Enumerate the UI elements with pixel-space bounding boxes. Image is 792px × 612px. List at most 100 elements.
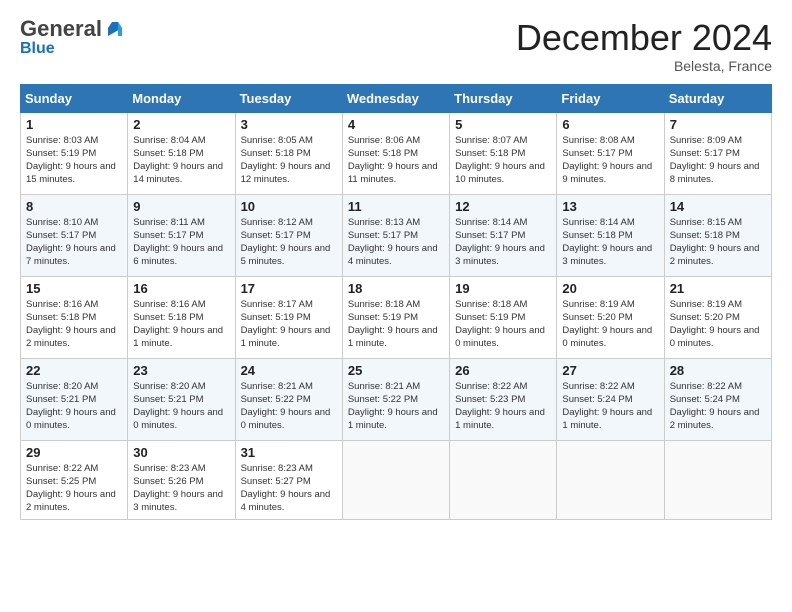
day-info: Sunrise: 8:07 AMSunset: 5:18 PMDaylight:… bbox=[455, 134, 551, 187]
calendar-day-cell: 10 Sunrise: 8:12 AMSunset: 5:17 PMDayligh… bbox=[235, 194, 342, 276]
day-number: 8 bbox=[26, 199, 122, 214]
day-info: Sunrise: 8:22 AMSunset: 5:25 PMDaylight:… bbox=[26, 462, 122, 515]
calendar-day-cell: 14 Sunrise: 8:15 AMSunset: 5:18 PMDayligh… bbox=[664, 194, 771, 276]
day-info: Sunrise: 8:12 AMSunset: 5:17 PMDaylight:… bbox=[241, 216, 337, 269]
calendar-day-cell: 8 Sunrise: 8:10 AMSunset: 5:17 PMDaylight… bbox=[21, 194, 128, 276]
day-info: Sunrise: 8:09 AMSunset: 5:17 PMDaylight:… bbox=[670, 134, 766, 187]
day-number: 17 bbox=[241, 281, 337, 296]
day-info: Sunrise: 8:06 AMSunset: 5:18 PMDaylight:… bbox=[348, 134, 444, 187]
calendar-day-cell bbox=[557, 440, 664, 519]
calendar-week-row: 22 Sunrise: 8:20 AMSunset: 5:21 PMDayligh… bbox=[21, 358, 772, 440]
day-info: Sunrise: 8:23 AMSunset: 5:27 PMDaylight:… bbox=[241, 462, 337, 515]
day-number: 21 bbox=[670, 281, 766, 296]
day-info: Sunrise: 8:22 AMSunset: 5:24 PMDaylight:… bbox=[562, 380, 658, 433]
calendar-day-header: Sunday bbox=[21, 84, 128, 112]
calendar-day-cell: 21 Sunrise: 8:19 AMSunset: 5:20 PMDayligh… bbox=[664, 276, 771, 358]
calendar-day-cell: 22Sunrise: 8:20 AMSunset: 5:21 PMDayligh… bbox=[21, 358, 128, 440]
calendar-day-cell: 7 Sunrise: 8:09 AMSunset: 5:17 PMDaylight… bbox=[664, 112, 771, 194]
page-container: General Blue December 2024 Belesta, Fran… bbox=[0, 0, 792, 530]
calendar-week-row: 29 Sunrise: 8:22 AMSunset: 5:25 PMDayligh… bbox=[21, 440, 772, 519]
day-number: 11 bbox=[348, 199, 444, 214]
day-number: 22 bbox=[26, 363, 122, 378]
calendar-day-cell: 19Sunrise: 8:18 AMSunset: 5:19 PMDayligh… bbox=[450, 276, 557, 358]
day-number: 14 bbox=[670, 199, 766, 214]
calendar-day-cell: 4 Sunrise: 8:06 AMSunset: 5:18 PMDaylight… bbox=[342, 112, 449, 194]
calendar-day-cell: 30 Sunrise: 8:23 AMSunset: 5:26 PMDayligh… bbox=[128, 440, 235, 519]
calendar-day-cell: 17 Sunrise: 8:17 AMSunset: 5:19 PMDayligh… bbox=[235, 276, 342, 358]
calendar-day-cell: 16 Sunrise: 8:16 AMSunset: 5:18 PMDayligh… bbox=[128, 276, 235, 358]
calendar-day-cell: 18 Sunrise: 8:18 AMSunset: 5:19 PMDayligh… bbox=[342, 276, 449, 358]
day-info: Sunrise: 8:21 AMSunset: 5:22 PMDaylight:… bbox=[241, 380, 337, 433]
day-number: 28 bbox=[670, 363, 766, 378]
day-number: 13 bbox=[562, 199, 658, 214]
day-number: 16 bbox=[133, 281, 229, 296]
day-info: Sunrise: 8:20 AMSunset: 5:21 PMDaylight:… bbox=[133, 380, 229, 433]
day-number: 23 bbox=[133, 363, 229, 378]
calendar-day-cell: 12 Sunrise: 8:14 AMSunset: 5:17 PMDayligh… bbox=[450, 194, 557, 276]
day-info: Sunrise: 8:14 AMSunset: 5:18 PMDaylight:… bbox=[562, 216, 658, 269]
calendar-day-cell: 3Sunrise: 8:05 AMSunset: 5:18 PMDaylight… bbox=[235, 112, 342, 194]
logo-blue-text: Blue bbox=[20, 40, 55, 58]
calendar-day-cell: 1 Sunrise: 8:03 AMSunset: 5:19 PMDaylight… bbox=[21, 112, 128, 194]
header: General Blue December 2024 Belesta, Fran… bbox=[20, 18, 772, 74]
day-number: 10 bbox=[241, 199, 337, 214]
calendar-day-header: Monday bbox=[128, 84, 235, 112]
day-number: 7 bbox=[670, 117, 766, 132]
calendar-day-cell: 6 Sunrise: 8:08 AMSunset: 5:17 PMDaylight… bbox=[557, 112, 664, 194]
day-number: 5 bbox=[455, 117, 551, 132]
logo-icon bbox=[104, 18, 126, 40]
day-info: Sunrise: 8:15 AMSunset: 5:18 PMDaylight:… bbox=[670, 216, 766, 269]
day-info: Sunrise: 8:18 AMSunset: 5:19 PMDaylight:… bbox=[455, 298, 551, 351]
day-info: Sunrise: 8:08 AMSunset: 5:17 PMDaylight:… bbox=[562, 134, 658, 187]
day-info: Sunrise: 8:19 AMSunset: 5:20 PMDaylight:… bbox=[670, 298, 766, 351]
calendar-day-header: Friday bbox=[557, 84, 664, 112]
day-number: 30 bbox=[133, 445, 229, 460]
day-number: 2 bbox=[133, 117, 229, 132]
day-number: 18 bbox=[348, 281, 444, 296]
day-number: 26 bbox=[455, 363, 551, 378]
calendar-day-cell: 11 Sunrise: 8:13 AMSunset: 5:17 PMDayligh… bbox=[342, 194, 449, 276]
day-number: 1 bbox=[26, 117, 122, 132]
day-number: 24 bbox=[241, 363, 337, 378]
calendar-day-cell bbox=[450, 440, 557, 519]
day-number: 4 bbox=[348, 117, 444, 132]
logo-general-text: General bbox=[20, 18, 102, 40]
day-info: Sunrise: 8:17 AMSunset: 5:19 PMDaylight:… bbox=[241, 298, 337, 351]
calendar-day-cell: 31Sunrise: 8:23 AMSunset: 5:27 PMDayligh… bbox=[235, 440, 342, 519]
calendar-day-header: Thursday bbox=[450, 84, 557, 112]
day-number: 6 bbox=[562, 117, 658, 132]
day-info: Sunrise: 8:13 AMSunset: 5:17 PMDaylight:… bbox=[348, 216, 444, 269]
day-info: Sunrise: 8:10 AMSunset: 5:17 PMDaylight:… bbox=[26, 216, 122, 269]
day-info: Sunrise: 8:14 AMSunset: 5:17 PMDaylight:… bbox=[455, 216, 551, 269]
calendar-day-header: Saturday bbox=[664, 84, 771, 112]
day-info: Sunrise: 8:05 AMSunset: 5:18 PMDaylight:… bbox=[241, 134, 337, 187]
calendar-day-cell: 2 Sunrise: 8:04 AMSunset: 5:18 PMDaylight… bbox=[128, 112, 235, 194]
day-info: Sunrise: 8:21 AMSunset: 5:22 PMDaylight:… bbox=[348, 380, 444, 433]
day-info: Sunrise: 8:03 AMSunset: 5:19 PMDaylight:… bbox=[26, 134, 122, 187]
calendar-day-header: Wednesday bbox=[342, 84, 449, 112]
day-number: 12 bbox=[455, 199, 551, 214]
day-number: 29 bbox=[26, 445, 122, 460]
calendar-day-cell: 23 Sunrise: 8:20 AMSunset: 5:21 PMDayligh… bbox=[128, 358, 235, 440]
calendar-week-row: 15Sunrise: 8:16 AMSunset: 5:18 PMDayligh… bbox=[21, 276, 772, 358]
day-info: Sunrise: 8:16 AMSunset: 5:18 PMDaylight:… bbox=[26, 298, 122, 351]
title-block: December 2024 Belesta, France bbox=[516, 18, 772, 74]
day-info: Sunrise: 8:23 AMSunset: 5:26 PMDaylight:… bbox=[133, 462, 229, 515]
day-info: Sunrise: 8:11 AMSunset: 5:17 PMDaylight:… bbox=[133, 216, 229, 269]
day-number: 27 bbox=[562, 363, 658, 378]
day-info: Sunrise: 8:04 AMSunset: 5:18 PMDaylight:… bbox=[133, 134, 229, 187]
subtitle: Belesta, France bbox=[516, 58, 772, 74]
calendar-week-row: 8 Sunrise: 8:10 AMSunset: 5:17 PMDaylight… bbox=[21, 194, 772, 276]
calendar-day-cell: 27 Sunrise: 8:22 AMSunset: 5:24 PMDayligh… bbox=[557, 358, 664, 440]
day-info: Sunrise: 8:19 AMSunset: 5:20 PMDaylight:… bbox=[562, 298, 658, 351]
day-number: 20 bbox=[562, 281, 658, 296]
calendar-day-cell bbox=[664, 440, 771, 519]
calendar-day-cell: 24 Sunrise: 8:21 AMSunset: 5:22 PMDayligh… bbox=[235, 358, 342, 440]
calendar-header-row: SundayMondayTuesdayWednesdayThursdayFrid… bbox=[21, 84, 772, 112]
calendar-day-cell: 5 Sunrise: 8:07 AMSunset: 5:18 PMDaylight… bbox=[450, 112, 557, 194]
day-info: Sunrise: 8:16 AMSunset: 5:18 PMDaylight:… bbox=[133, 298, 229, 351]
calendar-day-cell: 9Sunrise: 8:11 AMSunset: 5:17 PMDaylight… bbox=[128, 194, 235, 276]
day-info: Sunrise: 8:18 AMSunset: 5:19 PMDaylight:… bbox=[348, 298, 444, 351]
calendar-day-cell bbox=[342, 440, 449, 519]
day-info: Sunrise: 8:22 AMSunset: 5:24 PMDaylight:… bbox=[670, 380, 766, 433]
